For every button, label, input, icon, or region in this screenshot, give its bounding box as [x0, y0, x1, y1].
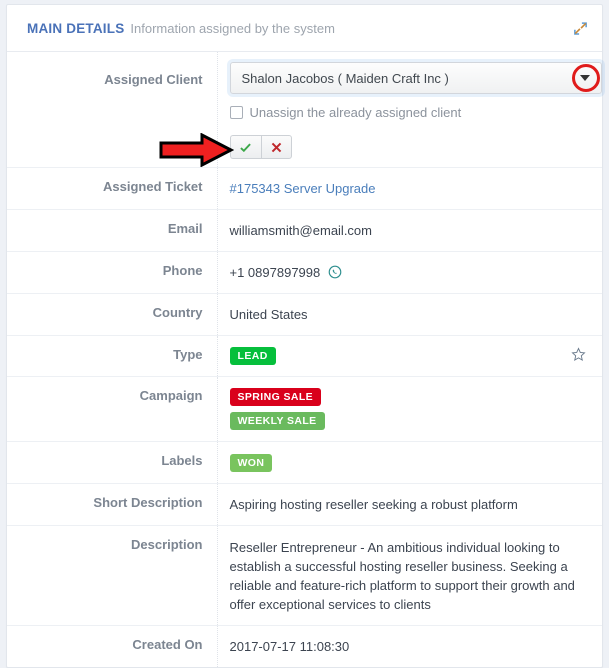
row-value-assigned-ticket: #175343 Server Upgrade [217, 168, 602, 210]
row-label-description: Description [7, 525, 218, 626]
description-text: Reseller Entrepreneur - An ambitious ind… [229, 540, 575, 613]
table-row-labels: Labels WON [7, 441, 602, 484]
cancel-button[interactable] [260, 135, 292, 159]
table-row-campaign: Campaign SPRING SALE WEEKLY SALE [7, 376, 602, 442]
assigned-client-select[interactable]: Shalon Jacobos ( Maiden Craft Inc ) [229, 62, 602, 94]
table-row-country: Country United States [7, 293, 602, 336]
row-label-assigned-client: Assigned Client [7, 52, 218, 168]
star-outline-icon[interactable] [571, 347, 590, 362]
table-row-description: Description Reseller Entrepreneur - An a… [7, 525, 602, 626]
confirm-cancel-buttons [229, 135, 292, 159]
status-badge-type: LEAD [229, 347, 276, 365]
row-value-description: Reseller Entrepreneur - An ambitious ind… [217, 526, 602, 626]
table-row-email: Email williamsmith@email.com [7, 209, 602, 252]
row-label-created-on: Created On [7, 625, 218, 668]
row-value-labels: WON [217, 441, 602, 484]
assigned-ticket-link[interactable]: #175343 Server Upgrade [230, 181, 376, 196]
table-row-phone: Phone +1 0897897998 [7, 251, 602, 294]
row-value-phone: +1 0897897998 [217, 252, 602, 294]
row-label-type: Type [7, 335, 218, 377]
table-row-assigned-client: Assigned Client Shalon Jacobos ( Maiden … [7, 52, 602, 168]
unassign-client-checkbox[interactable] [229, 106, 243, 119]
row-value-country: United States [229, 307, 308, 322]
row-label-phone: Phone [7, 251, 218, 294]
campaign-badge: SPRING SALE [229, 388, 322, 406]
whatsapp-icon[interactable] [328, 265, 342, 279]
row-label-country: Country [7, 293, 218, 336]
confirm-button[interactable] [229, 135, 261, 159]
table-row-assigned-ticket: Assigned Ticket #175343 Server Upgrade [7, 167, 602, 210]
page-subtitle: Information assigned by the system [130, 20, 335, 36]
main-details-card: MAIN DETAILS Information assigned by the… [6, 4, 603, 668]
row-label-email: Email [7, 209, 218, 252]
unassign-client-row: Unassign the already assigned client [229, 103, 591, 122]
row-value-assigned-client: Shalon Jacobos ( Maiden Craft Inc ) Unas… [217, 52, 602, 168]
row-value-short-description: Aspiring hosting reseller seeking a robu… [229, 497, 518, 513]
details-table: Assigned Client Shalon Jacobos ( Maiden … [7, 52, 602, 668]
close-icon [271, 142, 281, 152]
unassign-client-label: Unassign the already assigned client [249, 105, 462, 120]
assigned-client-selected-value: Shalon Jacobos ( Maiden Craft Inc ) [241, 70, 449, 86]
campaign-badge: WEEKLY SALE [229, 411, 325, 430]
table-row-short-description: Short Description Aspiring hosting resel… [7, 483, 602, 526]
row-value-campaign: SPRING SALE WEEKLY SALE [217, 377, 602, 442]
row-value-type: LEAD [217, 336, 602, 377]
row-label-short-description: Short Description [7, 483, 218, 526]
table-row-type: Type LEAD [7, 335, 602, 377]
label-badge: WON [229, 454, 273, 473]
row-label-assigned-ticket: Assigned Ticket [7, 167, 218, 210]
assigned-client-actions [229, 135, 591, 159]
row-label-campaign: Campaign [7, 376, 218, 442]
card-header-tools [573, 21, 588, 36]
row-value-created-on: 2017-07-17 11:08:30 [229, 639, 350, 655]
chevron-down-icon[interactable] [579, 72, 591, 84]
card-header: MAIN DETAILS Information assigned by the… [7, 5, 602, 52]
phone-number-text: +1 0897897998 [229, 265, 321, 280]
check-icon [240, 142, 251, 152]
table-row-created-on: Created On 2017-07-17 11:08:30 [7, 625, 602, 668]
expand-diagonal-icon[interactable] [573, 21, 588, 36]
page-title: MAIN DETAILS [27, 20, 125, 36]
row-value-email: williamsmith@email.com [229, 223, 373, 238]
row-label-labels: Labels [7, 441, 218, 484]
